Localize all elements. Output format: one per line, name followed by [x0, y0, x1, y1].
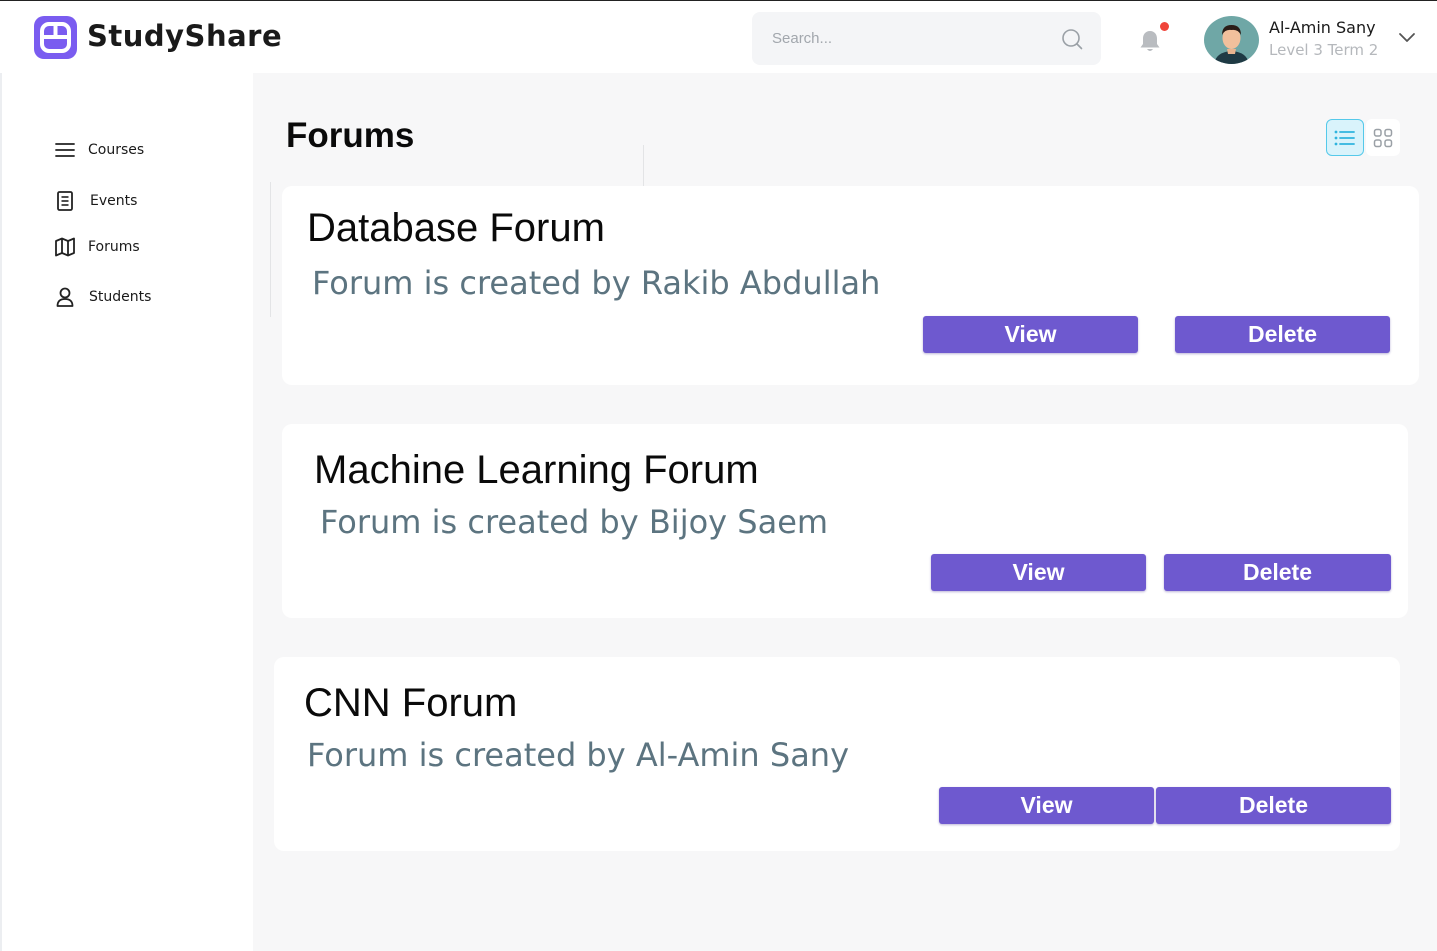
forum-title: Database Forum — [307, 206, 605, 250]
list-view-toggle[interactable] — [1326, 119, 1364, 156]
forum-creator: Forum is created by Bijoy Saem — [320, 503, 829, 541]
forum-creator: Forum is created by Al-Amin Sany — [307, 736, 850, 774]
notification-dot — [1160, 22, 1169, 31]
divider — [270, 182, 271, 317]
sidebar-item-forums[interactable]: Forums — [54, 235, 140, 259]
forum-card: CNN Forum Forum is created by Al-Amin Sa… — [274, 657, 1400, 851]
map-icon — [55, 237, 75, 257]
menu-icon — [55, 143, 75, 157]
forum-card: Database Forum Forum is created by Rakib… — [282, 186, 1419, 385]
forum-creator: Forum is created by Rakib Abdullah — [312, 264, 881, 302]
forum-title: Machine Learning Forum — [314, 448, 759, 492]
user-icon — [56, 287, 74, 307]
bell-icon[interactable] — [1136, 27, 1164, 55]
top-bar: StudyShare Al-Amin Sany Level 3 Term 2 — [0, 0, 1437, 73]
view-button[interactable]: View — [923, 316, 1138, 353]
page-title: Forums — [286, 116, 415, 155]
user-name: Al-Amin Sany — [1269, 18, 1376, 37]
avatar[interactable] — [1204, 16, 1259, 64]
list-icon — [1334, 130, 1355, 145]
view-button[interactable]: View — [939, 787, 1154, 824]
search-icon[interactable] — [1061, 28, 1083, 50]
search-input[interactable] — [752, 12, 1101, 65]
sidebar-item-courses[interactable]: Courses — [54, 138, 144, 162]
forum-card: Machine Learning Forum Forum is created … — [282, 424, 1408, 618]
forum-title: CNN Forum — [304, 681, 518, 725]
studyshare-logo-icon[interactable] — [34, 16, 77, 59]
document-icon — [57, 191, 73, 211]
delete-button[interactable]: Delete — [1175, 316, 1390, 353]
grid-icon — [1373, 128, 1393, 147]
sidebar-item-students[interactable]: Students — [54, 285, 151, 309]
delete-button[interactable]: Delete — [1164, 554, 1391, 591]
grid-view-toggle[interactable] — [1366, 119, 1400, 156]
chevron-down-icon[interactable] — [1397, 29, 1417, 45]
user-level: Level 3 Term 2 — [1269, 41, 1379, 59]
sidebar-item-label: Courses — [88, 142, 145, 158]
search-box[interactable] — [752, 12, 1101, 65]
divider — [643, 145, 644, 187]
sidebar-item-label: Students — [89, 289, 152, 305]
sidebar-item-events[interactable]: Events — [54, 189, 137, 213]
user-avatar-icon — [1204, 16, 1259, 64]
delete-button[interactable]: Delete — [1156, 787, 1391, 824]
view-button[interactable]: View — [931, 554, 1146, 591]
sidebar-item-label: Forums — [88, 239, 140, 255]
brand-name: StudyShare — [87, 19, 283, 53]
sidebar: Courses Events Forums Students — [0, 73, 253, 951]
sidebar-item-label: Events — [90, 193, 138, 209]
